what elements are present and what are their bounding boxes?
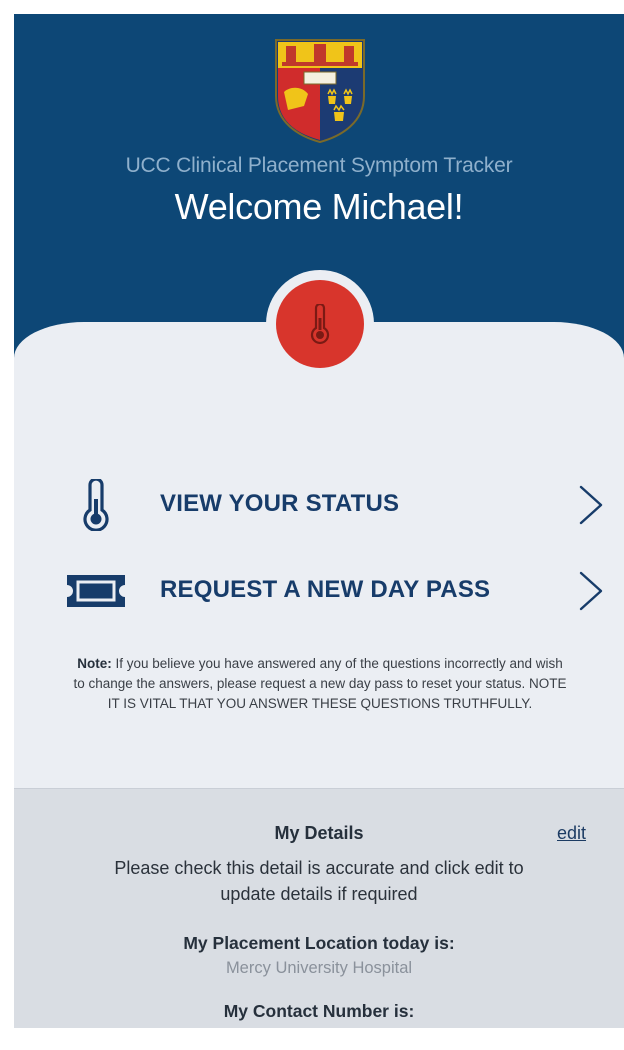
placement-location-label: My Placement Location today is: <box>183 933 455 953</box>
request-day-pass-label: REQUEST A NEW DAY PASS <box>160 576 491 603</box>
app-subtitle: UCC Clinical Placement Symptom Tracker <box>125 154 513 177</box>
ucc-crest-logo <box>275 39 365 144</box>
contact-number-value: 0860000000 <box>14 1027 624 1028</box>
note-text: If you believe you have answered any of … <box>73 656 567 711</box>
edit-details-link[interactable]: edit <box>557 823 586 844</box>
contact-number-label: My Contact Number is: <box>223 1001 415 1021</box>
view-status-label: VIEW YOUR STATUS <box>160 490 400 517</box>
thermometer-icon <box>310 304 330 344</box>
row-icon-wrapper <box>58 556 134 626</box>
row-icon-wrapper <box>58 470 134 540</box>
note-prefix: Note: <box>77 656 112 671</box>
disclaimer-note: Note: If you believe you have answered a… <box>70 654 570 714</box>
details-title: My Details <box>274 823 364 843</box>
chevron-right-icon <box>579 485 603 525</box>
thermometer-icon <box>83 479 109 531</box>
details-instructions: Please check this detail is accurate and… <box>114 858 524 904</box>
view-status-row[interactable]: VIEW YOUR STATUS <box>14 470 624 540</box>
placement-location-value: Mercy University Hospital <box>225 959 413 977</box>
status-badge <box>276 280 364 368</box>
welcome-heading: Welcome Michael! <box>174 186 464 227</box>
chevron-right-icon <box>579 571 603 611</box>
request-day-pass-row[interactable]: REQUEST A NEW DAY PASS <box>14 556 624 626</box>
app-screen: UCC Clinical Placement Symptom Tracker W… <box>14 14 624 1028</box>
my-details-section: My Details edit Please check this detail… <box>14 788 624 1028</box>
ticket-icon <box>67 575 125 607</box>
